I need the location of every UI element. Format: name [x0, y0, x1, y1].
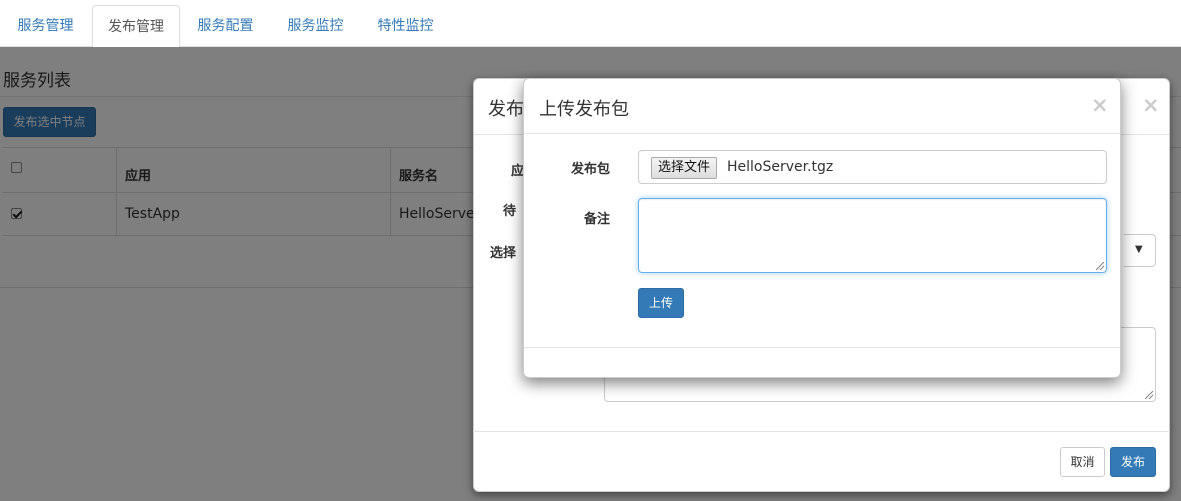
- note-textarea[interactable]: [638, 198, 1107, 273]
- package-file-input[interactable]: 选择文件 HelloServer.tgz: [638, 150, 1107, 184]
- publish-modal-footer-divider: [473, 431, 1170, 432]
- resize-grip-icon[interactable]: [1096, 262, 1104, 270]
- caret-down-icon: ▼: [1135, 244, 1143, 255]
- selected-file-name: HelloServer.tgz: [727, 159, 834, 175]
- publish-button[interactable]: 发布: [1110, 447, 1156, 477]
- choose-file-button[interactable]: 选择文件: [651, 157, 718, 179]
- package-label: 发布包: [570, 162, 610, 177]
- tab-publish-management[interactable]: 发布管理: [92, 5, 180, 48]
- tab-feature-monitor[interactable]: 特性监控: [364, 5, 447, 47]
- upload-modal-header: 上传发布包 ×: [524, 79, 1120, 134]
- resize-grip-icon[interactable]: [1145, 391, 1153, 399]
- cancel-button[interactable]: 取消: [1060, 447, 1105, 477]
- upload-modal-close-icon[interactable]: ×: [1091, 95, 1109, 116]
- publish-field-label-select: 选择: [490, 246, 517, 261]
- upload-button[interactable]: 上传: [638, 288, 684, 318]
- tab-service-monitor[interactable]: 服务监控: [274, 5, 357, 47]
- publish-modal-close-icon[interactable]: ×: [1142, 95, 1160, 116]
- upload-modal-title: 上传发布包: [539, 99, 629, 120]
- note-label: 备注: [583, 212, 610, 227]
- publish-version-select[interactable]: ▼: [1124, 234, 1156, 267]
- tab-service-config[interactable]: 服务配置: [184, 5, 267, 47]
- upload-modal: 上传发布包 × 发布包 选择文件 HelloServer.tgz 备注 上传: [523, 78, 1121, 378]
- nav-tabs: 服务管理 发布管理 服务配置 服务监控 特性监控: [0, 0, 1181, 48]
- upload-modal-footer-divider: [524, 347, 1120, 348]
- publish-field-label-pending: 待: [503, 204, 517, 219]
- publish-modal-title: 发布: [488, 99, 524, 120]
- tab-service-management[interactable]: 服务管理: [4, 5, 87, 47]
